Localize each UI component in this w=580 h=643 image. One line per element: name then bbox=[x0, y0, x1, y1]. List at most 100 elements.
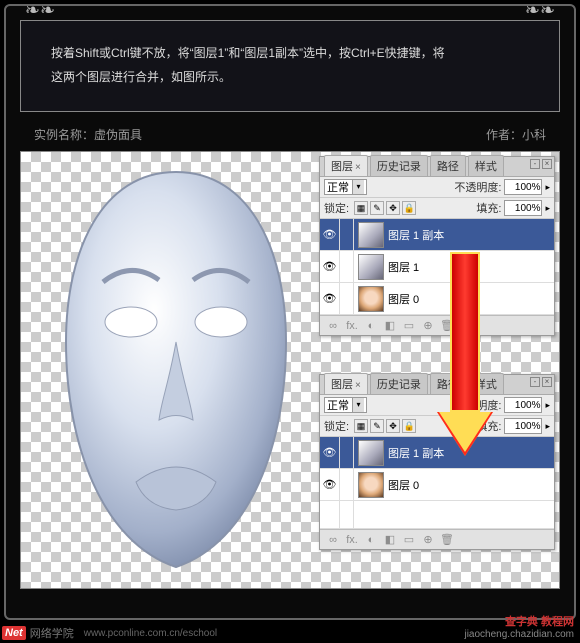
panel-footer: ∞ fx. ◐ ◧ ▭ ⊕ 🗑 bbox=[320, 315, 554, 335]
tab-history[interactable]: 历史记录 bbox=[370, 155, 428, 176]
lock-pixels-icon[interactable]: ✎ bbox=[370, 201, 384, 215]
visibility-eye-icon[interactable]: 👁 bbox=[320, 219, 340, 250]
mask-icon[interactable]: ◐ bbox=[363, 534, 379, 546]
tab-close-icon[interactable]: × bbox=[355, 162, 361, 173]
panel-window-controls: -× bbox=[530, 159, 552, 169]
layer-thumb[interactable] bbox=[358, 286, 384, 312]
panel-x-icon[interactable]: × bbox=[542, 377, 552, 387]
tab-layers[interactable]: 图层× bbox=[324, 373, 368, 394]
lock-transparency-icon[interactable]: ▦ bbox=[354, 201, 368, 215]
link-col[interactable] bbox=[340, 219, 354, 250]
layer-row[interactable]: 👁 图层 0 bbox=[320, 469, 554, 501]
chevron-right-icon[interactable]: ▸ bbox=[545, 182, 550, 193]
chevron-down-icon: ▾ bbox=[352, 180, 364, 194]
layer-name: 图层 0 bbox=[388, 291, 419, 307]
blend-mode-dropdown[interactable]: 正常▾ bbox=[324, 179, 367, 195]
link-col[interactable] bbox=[340, 469, 354, 500]
fill-input[interactable]: 100% bbox=[504, 200, 542, 216]
trash-icon[interactable]: 🗑 bbox=[439, 319, 455, 332]
lock-icons: ▦ ✎ ✥ 🔒 bbox=[354, 201, 416, 215]
chevron-right-icon[interactable]: ▸ bbox=[545, 400, 550, 411]
opacity-input[interactable]: 100% bbox=[504, 179, 542, 195]
group-icon[interactable]: ▭ bbox=[401, 319, 417, 332]
fill-label: 填充: bbox=[476, 200, 501, 216]
group-icon[interactable]: ▭ bbox=[401, 533, 417, 546]
chevron-down-icon: ▾ bbox=[352, 398, 364, 412]
visibility-eye-icon[interactable]: 👁 bbox=[320, 437, 340, 468]
tab-history[interactable]: 历史记录 bbox=[370, 373, 428, 394]
tab-close-icon[interactable]: × bbox=[355, 380, 361, 391]
lock-pixels-icon[interactable]: ✎ bbox=[370, 419, 384, 433]
lock-all-icon[interactable]: 🔒 bbox=[402, 419, 416, 433]
visibility-eye-col[interactable] bbox=[320, 501, 340, 528]
link-col[interactable] bbox=[340, 501, 354, 528]
instruction-box: 按着Shift或Ctrl键不放，将“图层1”和“图层1副本”选中，按Ctrl+E… bbox=[20, 20, 560, 112]
link-col[interactable] bbox=[340, 251, 354, 282]
mask-illustration bbox=[31, 162, 321, 582]
mask-icon[interactable]: ◐ bbox=[363, 320, 379, 332]
panel-x-icon[interactable]: × bbox=[542, 159, 552, 169]
layer-name: 图层 1 副本 bbox=[388, 227, 444, 243]
tab-paths[interactable]: 路径 bbox=[430, 155, 466, 176]
layer-list-after: 👁 图层 1 副本 👁 图层 0 bbox=[320, 437, 554, 529]
fx-icon[interactable]: fx. bbox=[344, 320, 360, 332]
new-layer-icon[interactable]: ⊕ bbox=[420, 533, 436, 546]
adjustment-icon[interactable]: ◧ bbox=[382, 533, 398, 546]
fx-icon[interactable]: fx. bbox=[344, 534, 360, 546]
layer-name: 图层 1 副本 bbox=[388, 445, 444, 461]
layer-name: 图层 1 bbox=[388, 259, 419, 275]
panel-tabs: 图层× 历史记录 路径 样式 -× bbox=[320, 157, 554, 177]
fill-input[interactable]: 100% bbox=[504, 418, 542, 434]
lock-position-icon[interactable]: ✥ bbox=[386, 419, 400, 433]
panel-min-icon[interactable]: - bbox=[530, 159, 540, 169]
page-frame: ❧❧ ❧❧ 按着Shift或Ctrl键不放，将“图层1”和“图层1副本”选中，按… bbox=[4, 4, 576, 620]
layer-row[interactable]: 👁 图层 1 副本 bbox=[320, 437, 554, 469]
blend-row: 正常▾ 不透明度: 100% ▸ bbox=[320, 177, 554, 198]
trash-icon[interactable]: 🗑 bbox=[439, 533, 455, 546]
lock-all-icon[interactable]: 🔒 bbox=[402, 201, 416, 215]
adjustment-icon[interactable]: ◧ bbox=[382, 319, 398, 332]
link-col[interactable] bbox=[340, 283, 354, 314]
panel-min-icon[interactable]: - bbox=[530, 377, 540, 387]
visibility-eye-icon[interactable]: 👁 bbox=[320, 283, 340, 314]
visibility-eye-icon[interactable]: 👁 bbox=[320, 251, 340, 282]
layers-panel-after: 图层× 历史记录 路径 样式 -× 正常▾ 不透明度: 100% ▸ 锁定: ▦… bbox=[319, 374, 555, 550]
layer-row[interactable]: 👁 图层 1 副本 bbox=[320, 219, 554, 251]
chevron-right-icon[interactable]: ▸ bbox=[545, 421, 550, 432]
author-name: 作者：小科 bbox=[486, 126, 546, 143]
new-layer-icon[interactable]: ⊕ bbox=[420, 319, 436, 332]
lock-position-icon[interactable]: ✥ bbox=[386, 201, 400, 215]
lock-transparency-icon[interactable]: ▦ bbox=[354, 419, 368, 433]
opacity-label: 不透明度: bbox=[454, 179, 501, 195]
layer-thumb[interactable] bbox=[358, 472, 384, 498]
tab-styles[interactable]: 样式 bbox=[468, 373, 504, 394]
panel-tabs: 图层× 历史记录 路径 样式 -× bbox=[320, 375, 554, 395]
link-layers-icon[interactable]: ∞ bbox=[325, 320, 341, 332]
fill-label: 填充: bbox=[476, 418, 501, 434]
chazidian-brand: 查字典 教程网 bbox=[464, 616, 574, 629]
layer-row[interactable]: 👁 图层 1 bbox=[320, 251, 554, 283]
layer-list-before: 👁 图层 1 副本 👁 图层 1 👁 图层 0 bbox=[320, 219, 554, 315]
opacity-input[interactable]: 100% bbox=[504, 397, 542, 413]
layer-row-empty[interactable] bbox=[320, 501, 554, 529]
panel-window-controls: -× bbox=[530, 377, 552, 387]
chevron-right-icon[interactable]: ▸ bbox=[545, 203, 550, 214]
instruction-line2: 这两个图层进行合并，如图所示。 bbox=[51, 65, 544, 89]
panel-footer: ∞ fx. ◐ ◧ ▭ ⊕ 🗑 bbox=[320, 529, 554, 549]
opacity-label: 不透明度: bbox=[454, 397, 501, 413]
layer-thumb[interactable] bbox=[358, 222, 384, 248]
layer-thumb[interactable] bbox=[358, 254, 384, 280]
link-col[interactable] bbox=[340, 437, 354, 468]
link-layers-icon[interactable]: ∞ bbox=[325, 534, 341, 546]
tab-styles[interactable]: 样式 bbox=[468, 155, 504, 176]
lock-row: 锁定: ▦ ✎ ✥ 🔒 填充: 100% ▸ bbox=[320, 416, 554, 437]
tab-paths[interactable]: 路径 bbox=[430, 373, 466, 394]
blend-mode-dropdown[interactable]: 正常▾ bbox=[324, 397, 367, 413]
tab-layers[interactable]: 图层× bbox=[324, 155, 368, 176]
lock-label: 锁定: bbox=[324, 200, 349, 216]
ornament-tr: ❧❧ bbox=[521, 0, 559, 22]
layer-row[interactable]: 👁 图层 0 bbox=[320, 283, 554, 315]
layer-thumb[interactable] bbox=[358, 440, 384, 466]
blend-row: 正常▾ 不透明度: 100% ▸ bbox=[320, 395, 554, 416]
visibility-eye-icon[interactable]: 👁 bbox=[320, 469, 340, 500]
